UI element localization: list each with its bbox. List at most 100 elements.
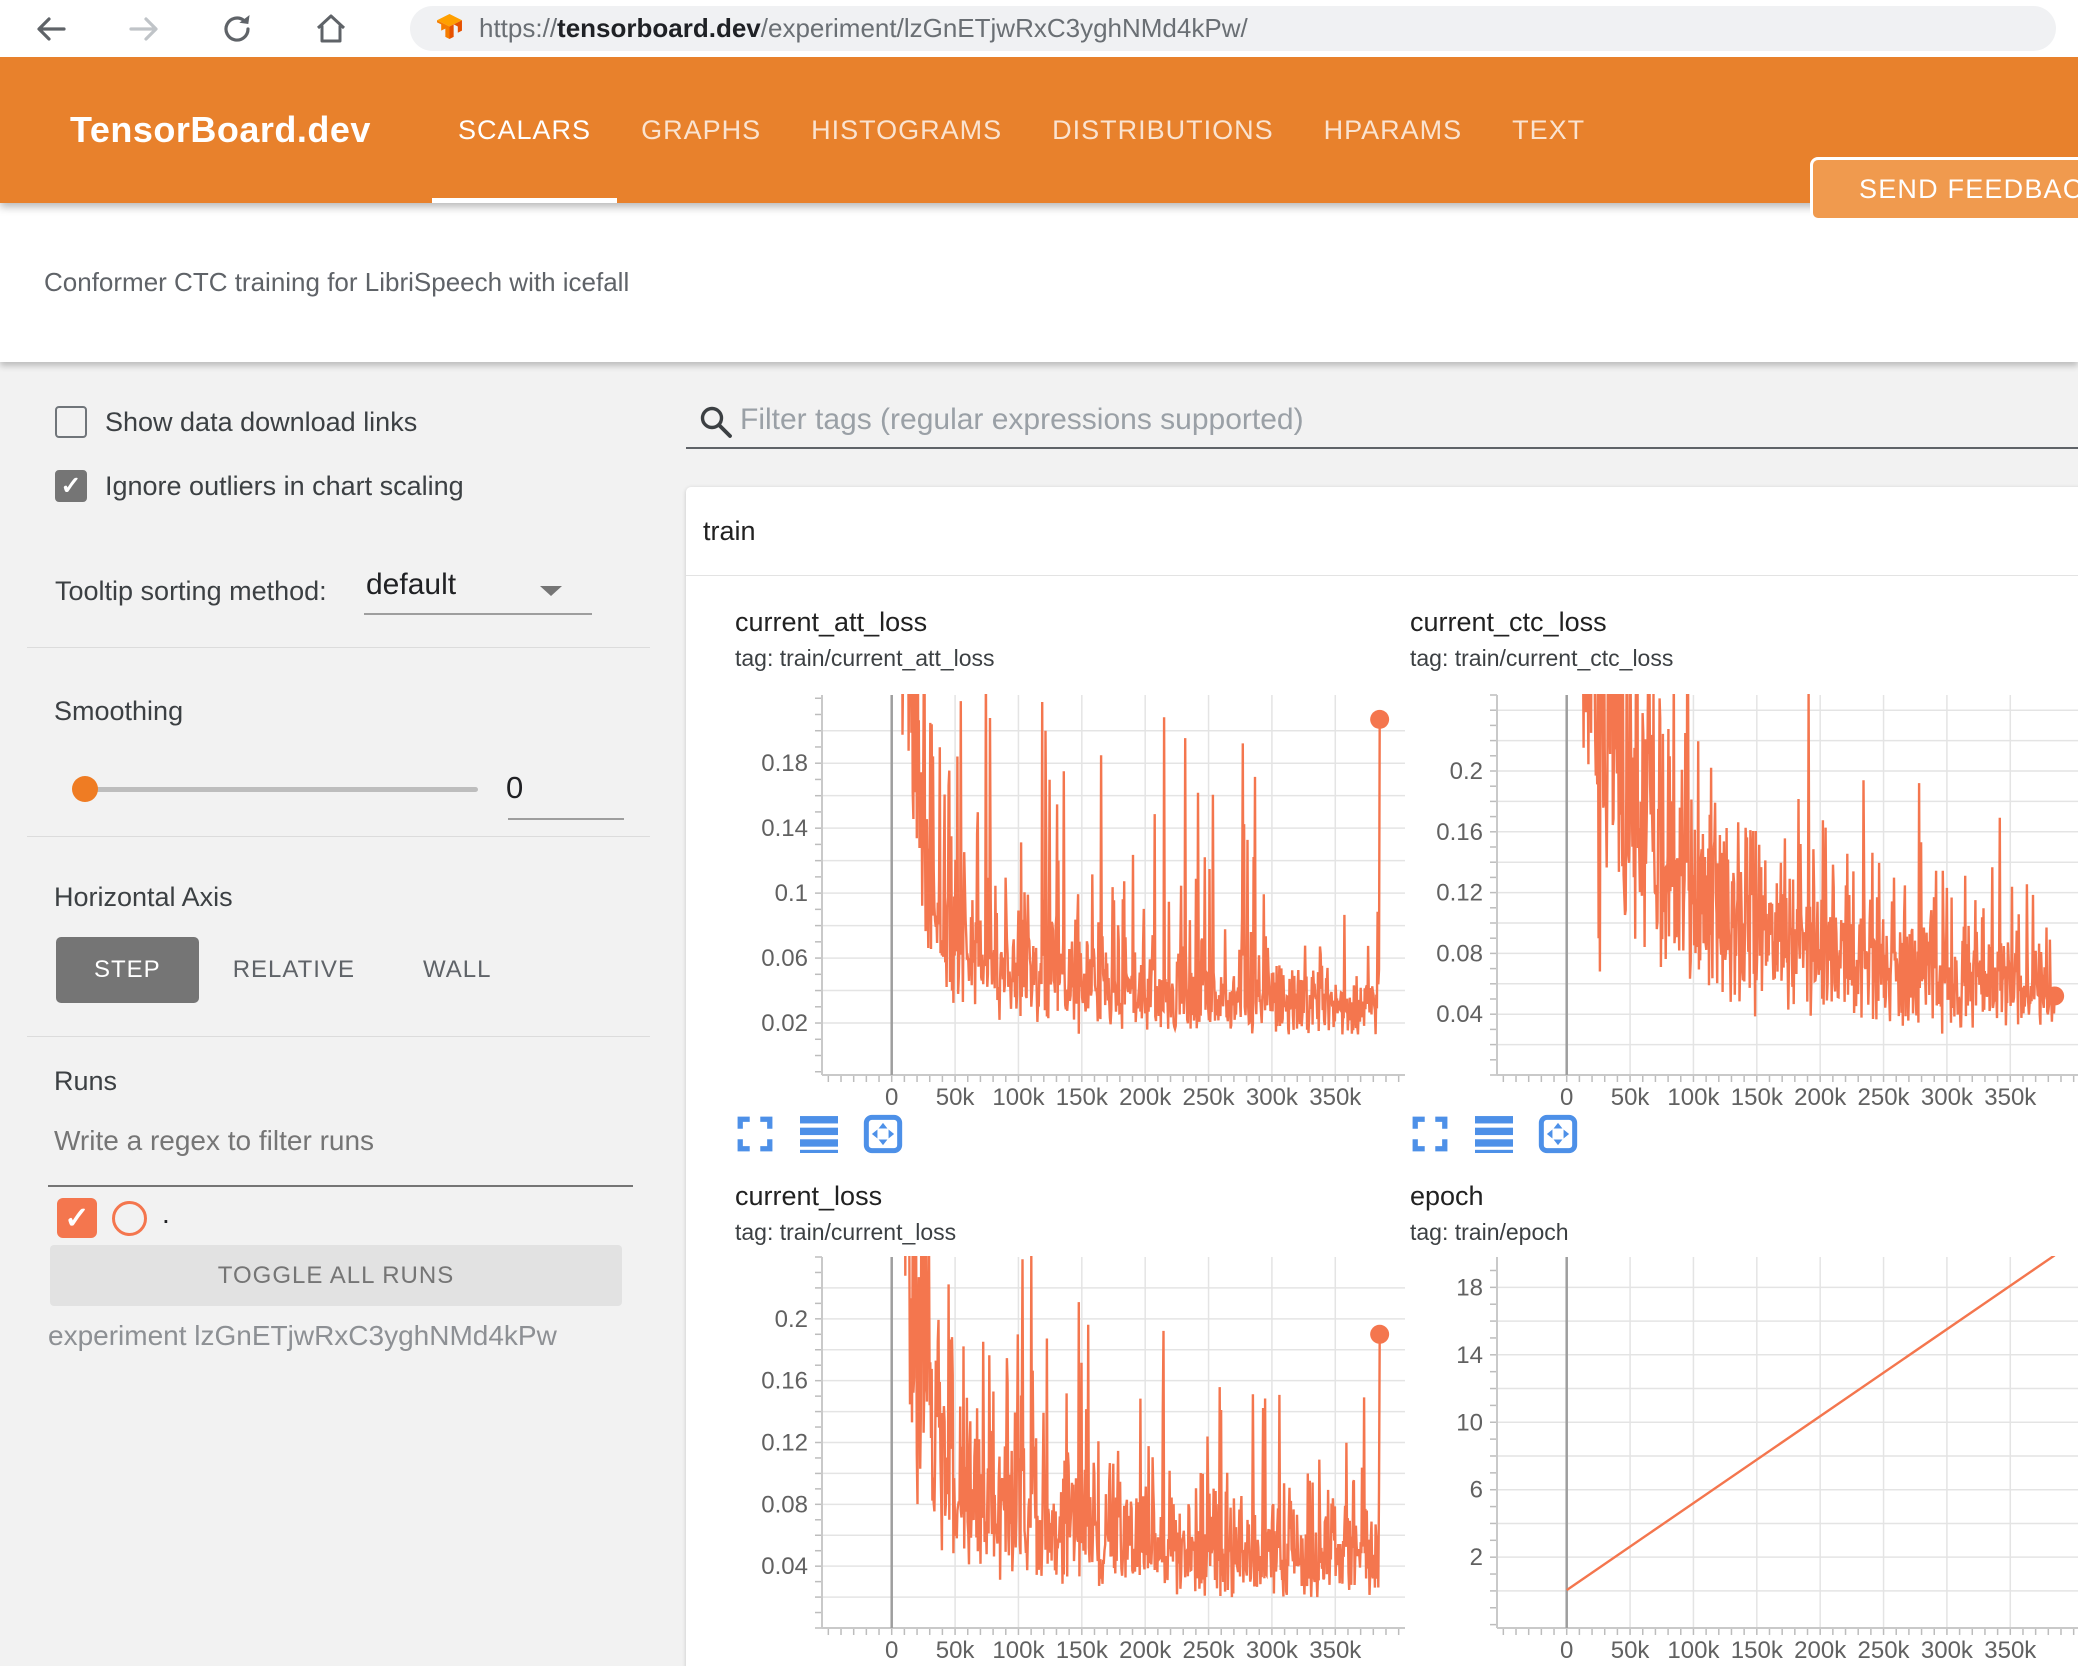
tab-label: DISTRIBUTIONS (1052, 114, 1274, 145)
divider (27, 1036, 650, 1037)
svg-text:50k: 50k (936, 1084, 976, 1108)
smoothing-slider-track[interactable] (75, 787, 478, 792)
show-download-links-label: Show data download links (105, 406, 418, 437)
svg-text:250k: 250k (1183, 1084, 1236, 1108)
horizontal-axis-label: Horizontal Axis (54, 882, 233, 912)
ignore-outliers-row[interactable]: ✓ Ignore outliers in chart scaling (55, 470, 464, 502)
tag-filter-input[interactable] (738, 402, 2038, 438)
horizontal-axis-buttons: STEP RELATIVE WALL (56, 937, 525, 1003)
address-bar[interactable]: https://tensorboard.dev/experiment/lzGnE… (410, 6, 2056, 51)
svg-text:150k: 150k (1731, 1637, 1784, 1664)
horizontal-axis-wall-button[interactable]: WALL (389, 937, 525, 1003)
svg-text:250k: 250k (1183, 1637, 1236, 1664)
chart-plot-current_loss[interactable]: 0.04 0.08 0.12 0.16 0.2 0 50k 100k 150k 200k 250k 3… (735, 1255, 1407, 1664)
svg-text:0.08: 0.08 (1436, 940, 1483, 967)
svg-text:0.04: 0.04 (1436, 1001, 1483, 1028)
expand-chart-icon (737, 1116, 773, 1152)
runs-filter-input[interactable] (52, 1124, 612, 1158)
toggle-all-runs-button[interactable]: TOGGLE ALL RUNS (50, 1245, 622, 1306)
brand-logo[interactable]: TensorBoard.dev (70, 57, 371, 203)
svg-text:0.1: 0.1 (775, 880, 808, 907)
tag-group-title[interactable]: train (703, 487, 756, 575)
tab-distributions[interactable]: DISTRIBUTIONS (1052, 57, 1274, 203)
expand-chart-icon (1412, 1116, 1448, 1152)
browser-forward-icon[interactable] (125, 10, 163, 48)
tensorboard-page: https://tensorboard.dev/experiment/lzGnE… (0, 0, 2078, 1666)
url-text: https://tensorboard.dev/experiment/lzGnE… (479, 13, 1248, 43)
tab-label: SCALARS (458, 114, 592, 145)
chart-tag: tag: train/current_att_loss (735, 645, 995, 671)
svg-text:100k: 100k (1667, 1084, 1720, 1108)
smoothing-slider-thumb[interactable] (72, 776, 98, 802)
fit-domain-icon (1538, 1114, 1578, 1154)
show-download-links-row[interactable]: Show data download links (55, 406, 417, 438)
tab-text[interactable]: TEXT (1512, 57, 1585, 203)
run-color-swatch[interactable] (112, 1201, 147, 1236)
expand-chart-button[interactable] (735, 1114, 775, 1154)
nav-tabs: SCALARS GRAPHS HISTOGRAMS DISTRIBUTIONS HPAR… (431, 57, 1585, 203)
log-scale-icon (800, 1116, 838, 1153)
tooltip-sorting-select[interactable]: default (366, 568, 456, 602)
search-icon (698, 404, 734, 445)
axis-button-label: STEP (94, 956, 161, 983)
smoothing-label: Smoothing (54, 696, 184, 726)
chart-title: epoch (1410, 1181, 1484, 1211)
horizontal-axis-relative-button[interactable]: RELATIVE (199, 937, 389, 1003)
fit-domain-button[interactable] (863, 1114, 903, 1154)
svg-text:200k: 200k (1119, 1637, 1172, 1664)
svg-text:0.16: 0.16 (761, 1368, 808, 1395)
run-checkbox[interactable]: ✓ (57, 1198, 97, 1238)
browser-reload-icon[interactable] (218, 10, 256, 48)
fit-domain-button[interactable] (1538, 1114, 1578, 1154)
experiment-id-caption: experiment lzGnETjwRxC3yghNMd4kPw (48, 1320, 557, 1351)
show-download-links-checkbox[interactable] (55, 406, 87, 438)
svg-text:150k: 150k (1056, 1084, 1109, 1108)
tab-graphs[interactable]: GRAPHS (641, 57, 761, 203)
svg-text:150k: 150k (1731, 1084, 1784, 1108)
ignore-outliers-label: Ignore outliers in chart scaling (105, 470, 464, 501)
browser-toolbar: https://tensorboard.dev/experiment/lzGnE… (0, 0, 2078, 57)
svg-text:0.02: 0.02 (761, 1010, 808, 1037)
browser-home-icon[interactable] (312, 10, 350, 48)
chart-plot-current_ctc_loss[interactable]: 0.04 0.08 0.12 0.16 0.2 0 50k 100k 150k 200k 250k 3… (1410, 693, 2078, 1108)
tab-hparams[interactable]: HPARAMS (1324, 57, 1463, 203)
settings-sidebar: Show data download links ✓ Ignore outlie… (0, 362, 686, 1666)
expand-chart-button[interactable] (1410, 1114, 1450, 1154)
card-divider (686, 575, 2078, 576)
svg-text:300k: 300k (1246, 1637, 1299, 1664)
svg-text:350k: 350k (1984, 1637, 2037, 1664)
tab-scalars[interactable]: SCALARS (431, 57, 618, 203)
chart-plot-epoch[interactable]: 2 6 10 14 18 0 50k 100k 150k 200k 250k 300k 350k (1410, 1255, 2078, 1664)
log-scale-button[interactable] (1474, 1114, 1514, 1154)
svg-text:350k: 350k (1309, 1637, 1362, 1664)
tooltip-sorting-label: Tooltip sorting method: (55, 576, 327, 606)
divider (27, 647, 650, 648)
chart-title: current_loss (735, 1181, 883, 1211)
svg-text:200k: 200k (1794, 1084, 1847, 1108)
svg-text:0.08: 0.08 (761, 1491, 808, 1518)
chart-title: current_ctc_loss (1410, 607, 1607, 637)
svg-text:0.2: 0.2 (775, 1306, 808, 1333)
ignore-outliers-checkbox[interactable]: ✓ (55, 470, 87, 502)
svg-text:300k: 300k (1921, 1637, 1974, 1664)
chart-plot-current_att_loss[interactable]: 0.02 0.06 0.1 0.14 0.18 0 50k 100k 150k 200k 250k 3… (735, 693, 1407, 1108)
horizontal-axis-step-button[interactable]: STEP (56, 937, 199, 1003)
smoothing-value[interactable]: 0 (506, 770, 523, 806)
chart-tag: tag: train/epoch (1410, 1219, 1569, 1245)
chart-toolbar (735, 1114, 1407, 1154)
fit-domain-icon (863, 1114, 903, 1154)
chart-card-epoch: epoch tag: train/epoch 2 6 10 14 18 0 50k 100k 150… (1410, 1179, 2078, 1664)
chevron-down-icon[interactable] (540, 586, 562, 596)
smoothing-value-underline (508, 818, 624, 820)
axis-button-label: WALL (422, 956, 492, 983)
log-scale-button[interactable] (799, 1114, 839, 1154)
svg-text:0.12: 0.12 (1436, 880, 1483, 907)
send-feedback-button[interactable]: SEND FEEDBACK (1810, 157, 2078, 221)
svg-text:10: 10 (1456, 1409, 1483, 1436)
svg-text:0.2: 0.2 (1450, 758, 1483, 785)
browser-back-icon[interactable] (32, 10, 70, 48)
tab-histograms[interactable]: HISTOGRAMS (811, 57, 1002, 203)
chart-card-current_att_loss: current_att_loss tag: train/current_att_l… (735, 605, 1407, 1154)
chart-card-current_ctc_loss: current_ctc_loss tag: train/current_ctc_l… (1410, 605, 2078, 1154)
runs-filter-underline (48, 1185, 633, 1187)
